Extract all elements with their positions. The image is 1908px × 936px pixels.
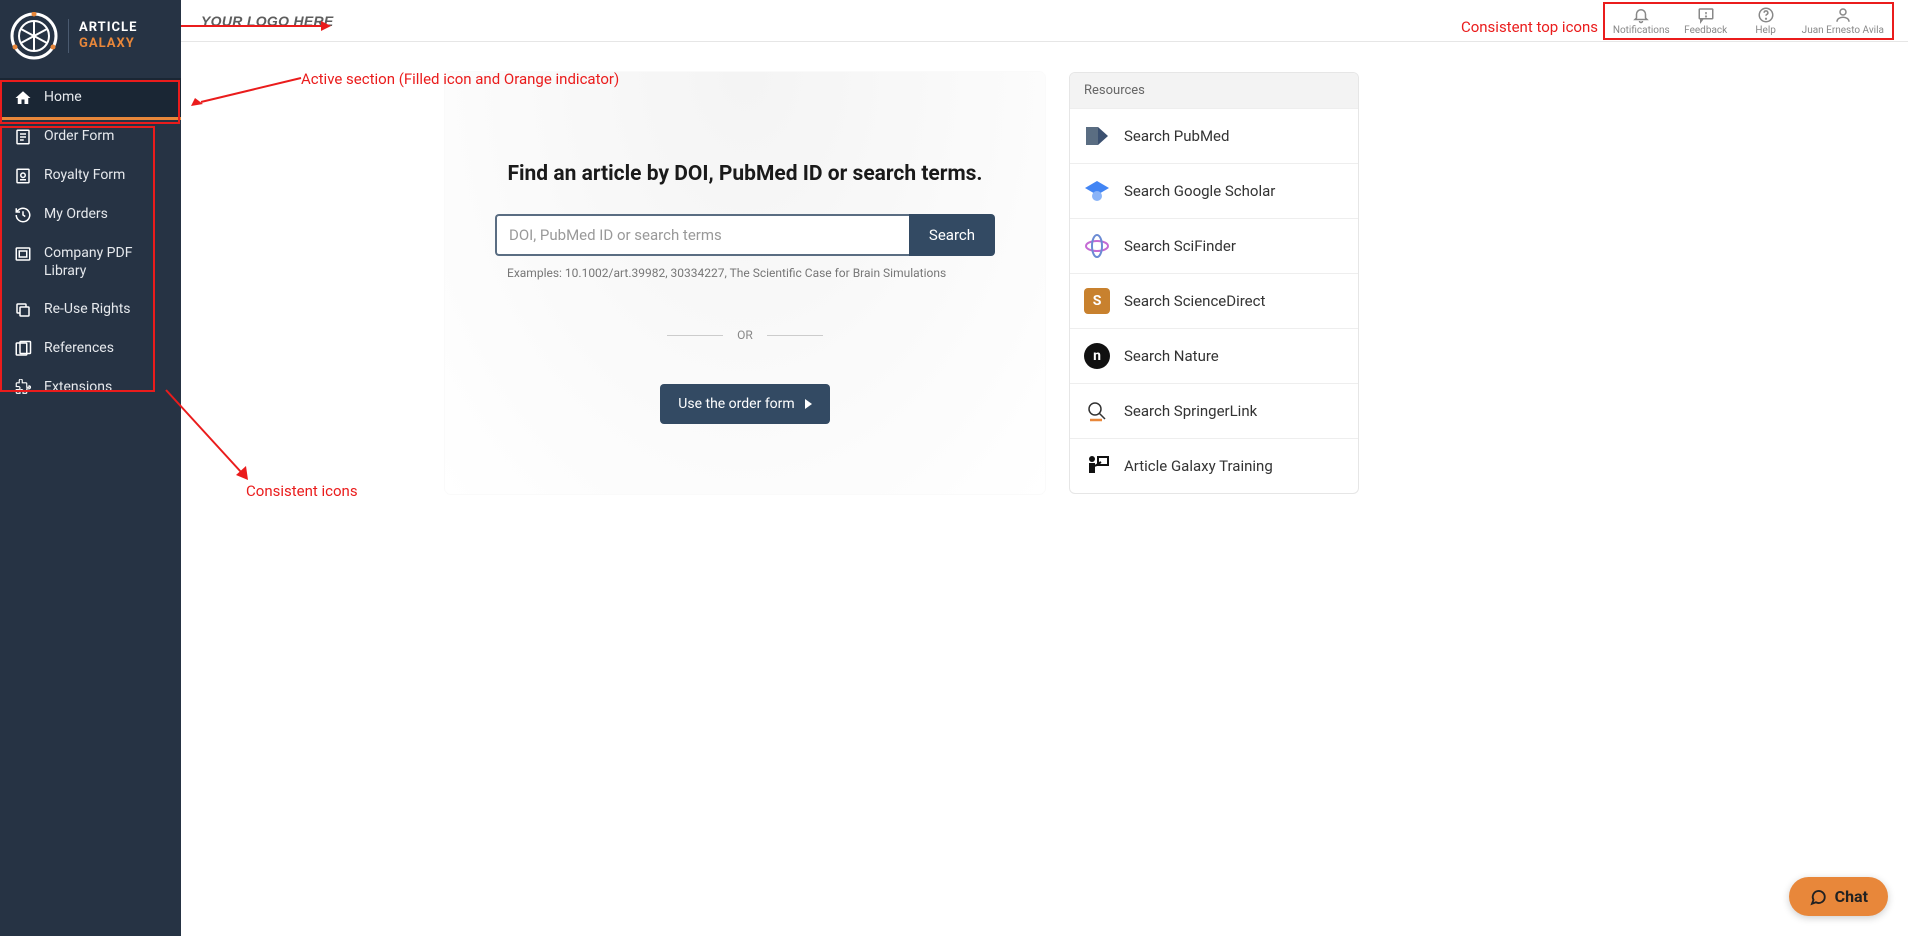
top-icon-label: Juan Ernesto Avila — [1802, 25, 1884, 36]
scholar-icon — [1084, 178, 1110, 204]
sidebar-item-references[interactable]: References — [0, 329, 181, 368]
resource-google-scholar[interactable]: Search Google Scholar — [1070, 163, 1358, 218]
sidebar-item-order-form[interactable]: Order Form — [0, 117, 181, 156]
sidebar-item-label: Royalty Form — [44, 166, 125, 184]
or-text: OR — [737, 328, 753, 342]
resource-nature[interactable]: n Search Nature — [1070, 328, 1358, 383]
search-card: Find an article by DOI, PubMed ID or sea… — [445, 72, 1045, 494]
sidebar-item-label: References — [44, 339, 114, 357]
sciencedirect-icon: S — [1084, 288, 1110, 314]
sidebar-item-label: Extensions — [44, 378, 112, 396]
resource-pubmed[interactable]: Search PubMed — [1070, 108, 1358, 163]
sidebar-item-reuse-rights[interactable]: Re-Use Rights — [0, 290, 181, 329]
topbar: YOUR LOGO HERE Notifications Feedback He… — [181, 0, 1908, 42]
sidebar-item-label: Re-Use Rights — [44, 300, 131, 318]
help-button[interactable]: Help — [1736, 6, 1796, 36]
references-icon — [14, 340, 32, 358]
resource-label: Search SciFinder — [1124, 237, 1236, 255]
divider-line — [667, 335, 723, 336]
logo-divider — [68, 19, 69, 53]
user-icon — [1834, 6, 1852, 24]
resource-training[interactable]: Article Galaxy Training — [1070, 438, 1358, 493]
bell-icon — [1632, 6, 1650, 24]
extension-icon — [14, 379, 32, 397]
pubmed-icon — [1084, 123, 1110, 149]
sidebar-item-label: My Orders — [44, 205, 108, 223]
resource-label: Search SpringerLink — [1124, 402, 1257, 420]
brand-logo[interactable]: ARTICLE GALAXY — [0, 0, 181, 72]
search-input[interactable] — [495, 214, 909, 256]
top-icons-group: Notifications Feedback Help Juan Ernesto… — [1603, 2, 1894, 40]
resource-label: Search Google Scholar — [1124, 182, 1275, 200]
chat-button[interactable]: Chat — [1789, 877, 1888, 916]
resource-label: Search Nature — [1124, 347, 1219, 365]
sidebar-nav: Home Order Form Royalty Form My Orders C… — [0, 78, 181, 407]
main: YOUR LOGO HERE Notifications Feedback He… — [181, 0, 1908, 936]
or-divider: OR — [495, 328, 995, 342]
search-row: Search — [495, 214, 995, 256]
resource-label: Article Galaxy Training — [1124, 457, 1273, 475]
search-heading: Find an article by DOI, PubMed ID or sea… — [495, 162, 995, 186]
feedback-icon — [1697, 6, 1715, 24]
resource-label: Search PubMed — [1124, 127, 1229, 145]
resource-scifinder[interactable]: Search SciFinder — [1070, 218, 1358, 273]
sidebar-item-extensions[interactable]: Extensions — [0, 368, 181, 407]
sidebar-item-label: Order Form — [44, 127, 114, 145]
sidebar-item-label: Home — [44, 88, 82, 106]
sidebar-item-royalty-form[interactable]: Royalty Form — [0, 156, 181, 195]
galaxy-logo-icon — [10, 12, 58, 60]
search-examples: Examples: 10.1002/art.39982, 30334227, T… — [495, 266, 995, 280]
notifications-button[interactable]: Notifications — [1607, 6, 1676, 36]
nature-icon: n — [1084, 343, 1110, 369]
resource-springerlink[interactable]: Search SpringerLink — [1070, 383, 1358, 438]
chat-icon — [1809, 888, 1827, 906]
royalty-form-icon — [14, 167, 32, 185]
sidebar-item-company-pdf-library[interactable]: Company PDF Library — [0, 234, 181, 290]
user-menu-button[interactable]: Juan Ernesto Avila — [1796, 6, 1890, 36]
resources-header: Resources — [1070, 73, 1358, 108]
sidebar-item-my-orders[interactable]: My Orders — [0, 195, 181, 234]
top-icon-label: Notifications — [1613, 25, 1670, 36]
sidebar-item-label: Company PDF Library — [44, 244, 167, 280]
springerlink-icon — [1084, 398, 1110, 424]
help-icon — [1757, 6, 1775, 24]
search-button[interactable]: Search — [909, 214, 995, 256]
resources-panel: Resources Search PubMed Search Google Sc… — [1069, 72, 1359, 494]
brand-text: ARTICLE GALAXY — [79, 20, 137, 51]
order-form-btn-label: Use the order form — [678, 396, 794, 412]
use-order-form-button[interactable]: Use the order form — [660, 384, 829, 424]
brand-line2: GALAXY — [79, 36, 137, 52]
order-form-icon — [14, 128, 32, 146]
feedback-button[interactable]: Feedback — [1676, 6, 1736, 36]
top-icon-label: Help — [1755, 25, 1775, 36]
brand-line1: ARTICLE — [79, 20, 137, 36]
scifinder-icon — [1084, 233, 1110, 259]
sidebar-item-home[interactable]: Home — [0, 78, 181, 117]
caret-right-icon — [805, 399, 812, 409]
divider-line — [767, 335, 823, 336]
sidebar: ARTICLE GALAXY Home Order Form Royalty F… — [0, 0, 181, 936]
history-icon — [14, 206, 32, 224]
resource-label: Search ScienceDirect — [1124, 292, 1265, 310]
chat-label: Chat — [1835, 887, 1868, 906]
top-icon-label: Feedback — [1684, 25, 1727, 36]
client-logo-placeholder: YOUR LOGO HERE — [201, 13, 334, 29]
library-icon — [14, 245, 32, 263]
copy-icon — [14, 301, 32, 319]
content: Find an article by DOI, PubMed ID or sea… — [181, 42, 1908, 936]
home-icon — [14, 89, 32, 107]
resource-sciencedirect[interactable]: S Search ScienceDirect — [1070, 273, 1358, 328]
training-icon — [1084, 453, 1110, 479]
